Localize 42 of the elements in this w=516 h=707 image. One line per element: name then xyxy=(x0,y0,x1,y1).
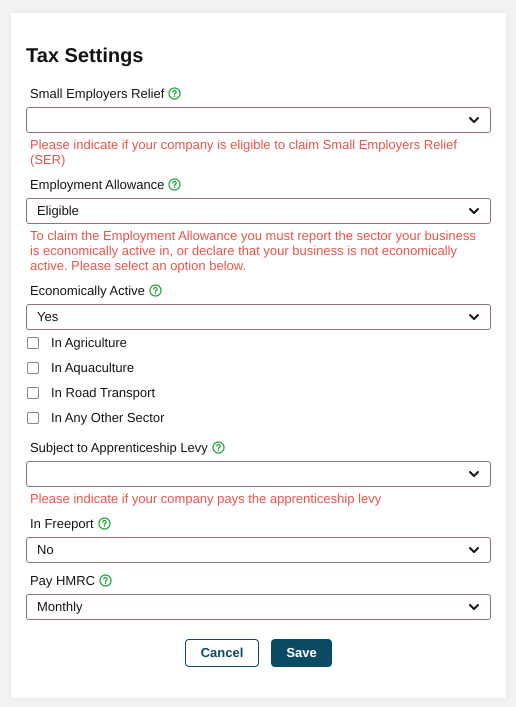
validation-message: Please indicate if your company pays the apprenticeship levy xyxy=(29,490,382,506)
page-title: Tax Settings xyxy=(26,44,144,69)
chevron-down-icon xyxy=(468,207,480,215)
checkbox-label: In Agriculture xyxy=(51,334,127,352)
help-icon[interactable] xyxy=(99,574,112,587)
field-label: Subject to Apprenticeship Levy xyxy=(30,438,208,457)
select-value: Monthly xyxy=(37,598,83,616)
checkbox-label: In Any Other Sector xyxy=(51,408,164,427)
select-field[interactable] xyxy=(26,107,491,133)
checkbox-label: In Road Transport xyxy=(51,384,156,402)
field-label: Employment Allowance xyxy=(30,176,164,194)
select-field[interactable]: Monthly xyxy=(26,594,491,620)
select-field[interactable]: Eligible xyxy=(26,198,491,224)
field-label: Economically Active xyxy=(30,282,145,300)
field-label: Pay HMRC xyxy=(30,572,96,590)
help-icon[interactable] xyxy=(212,441,225,454)
chevron-down-icon xyxy=(468,603,480,611)
checkbox[interactable] xyxy=(27,336,39,348)
help-icon[interactable] xyxy=(98,517,111,530)
validation-message: Please indicate if your company is eligible to claim Small Employers Relief (SER) xyxy=(29,136,458,167)
validation-message: To claim the Employment Allowance you must report the sector your business is economically active in, or declare that your business is not economically active. Please select an option below. xyxy=(29,227,477,273)
field-label: In Freeport xyxy=(30,514,94,533)
save-button[interactable]: Save xyxy=(271,639,332,667)
checkbox[interactable] xyxy=(27,362,39,374)
select-field[interactable]: No xyxy=(26,537,491,563)
cancel-button[interactable]: Cancel xyxy=(185,639,259,667)
chevron-down-icon xyxy=(468,546,480,554)
select-field[interactable] xyxy=(26,461,491,487)
chevron-down-icon xyxy=(468,313,480,321)
checkbox-label: In Aquaculture xyxy=(51,358,134,377)
help-icon[interactable] xyxy=(148,284,162,297)
select-value: No xyxy=(37,541,54,560)
checkbox[interactable] xyxy=(27,412,39,424)
chevron-down-icon xyxy=(468,116,480,124)
checkbox[interactable] xyxy=(27,386,39,398)
select-value: Yes xyxy=(37,308,58,326)
help-icon[interactable] xyxy=(168,178,182,191)
chevron-down-icon xyxy=(468,470,480,478)
help-icon[interactable] xyxy=(168,87,182,100)
select-field[interactable]: Yes xyxy=(26,304,491,330)
field-label: Small Employers Relief xyxy=(30,84,164,103)
select-value: Eligible xyxy=(37,202,79,220)
